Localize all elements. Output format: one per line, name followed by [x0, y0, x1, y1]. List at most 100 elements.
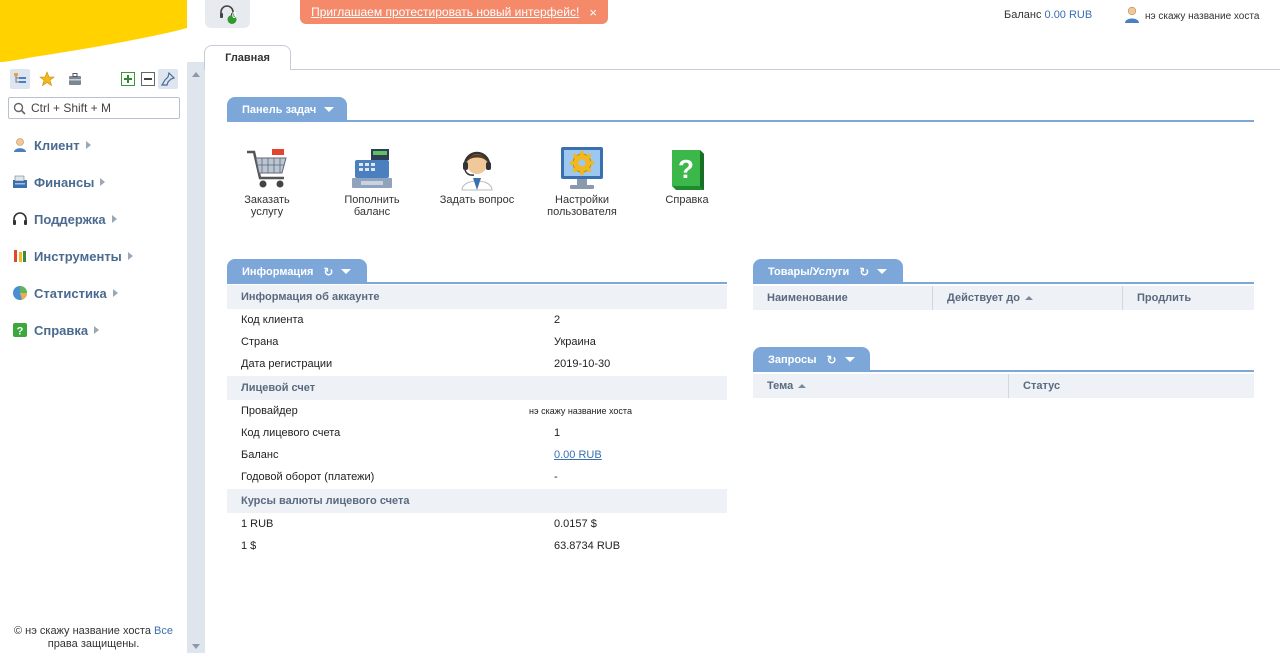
client-icon — [12, 137, 28, 153]
sort-asc-icon — [798, 384, 807, 388]
refresh-icon[interactable]: ↻ — [859, 265, 869, 279]
info-value: нэ скажу название хоста — [529, 406, 632, 416]
group-title: Информация об аккаунте — [241, 291, 380, 303]
user-icon — [1124, 6, 1140, 27]
sidebar-scroller[interactable] — [187, 62, 205, 653]
user-menu[interactable]: нэ скажу название хоста — [1124, 6, 1259, 27]
task-user-settings[interactable]: Настройки пользователя — [537, 144, 627, 218]
section-line — [227, 120, 1254, 122]
copyright-text: © нэ скажу название хоста — [13, 625, 155, 637]
briefcase-icon[interactable] — [65, 69, 85, 89]
star-icon[interactable] — [37, 69, 57, 89]
section-title: Информация — [242, 265, 314, 278]
sidebar-item-label: Инструменты — [34, 248, 122, 264]
group-title: Лицевой счет — [241, 382, 316, 394]
cash-register-icon — [327, 144, 417, 192]
sidebar-item-label: Финансы — [34, 174, 95, 190]
goods-table-header: Наименование Действует до Продлить — [753, 286, 1254, 310]
info-row: Годовой оборот (платежи) - — [227, 467, 727, 489]
task-panel-tab[interactable]: Панель задач — [227, 97, 347, 122]
balance-link[interactable]: 0.00 RUB — [554, 449, 602, 461]
pin-icon[interactable] — [158, 69, 178, 89]
sidebar-item-label: Статистика — [34, 285, 107, 301]
sidebar: Клиент Финансы Поддержка Инструменты Ста… — [0, 0, 187, 653]
info-row: Код лицевого счета 1 — [227, 423, 727, 445]
collapse-all-icon[interactable] — [138, 69, 158, 89]
tab-label: Главная — [225, 52, 270, 64]
sidebar-toolbar — [10, 69, 180, 89]
logo — [0, 0, 187, 62]
help-icon: ? — [12, 322, 28, 338]
balance-indicator: Баланс 0.00 RUB — [1004, 9, 1092, 21]
refresh-icon[interactable]: ↻ — [826, 353, 836, 367]
finance-icon — [12, 174, 28, 190]
info-value: - — [554, 471, 558, 483]
sidebar-item-support[interactable]: Поддержка — [12, 209, 117, 229]
settings-monitor-icon — [537, 144, 627, 192]
copyright-link[interactable]: Все — [154, 625, 173, 637]
chevron-down-icon[interactable] — [341, 269, 352, 274]
chevron-down-icon[interactable] — [324, 107, 335, 112]
info-key: 1 $ — [241, 540, 257, 552]
scroll-up-icon[interactable] — [192, 72, 200, 77]
chevron-right-icon — [112, 289, 118, 297]
sidebar-item-label: Поддержка — [34, 211, 106, 227]
statistics-icon — [12, 285, 28, 301]
task-help[interactable]: ? Справка — [642, 144, 732, 206]
info-key: Код лицевого счета — [241, 427, 341, 439]
column-label: Статус — [1023, 380, 1061, 392]
info-value: Украина — [554, 336, 596, 348]
svg-text:?: ? — [678, 154, 694, 184]
close-icon[interactable]: × — [589, 5, 597, 20]
info-group-rates: Курсы валюты лицевого счета — [227, 489, 727, 513]
group-title: Курсы валюты лицевого счета — [241, 495, 410, 507]
sidebar-item-finance[interactable]: Финансы — [12, 172, 106, 192]
column-label: Наименование — [767, 292, 848, 304]
chevron-down-icon[interactable] — [877, 269, 888, 274]
info-group-account: Информация об аккаунте — [227, 285, 727, 309]
tree-icon[interactable] — [10, 69, 30, 89]
info-value: 63.8734 RUB — [554, 540, 621, 552]
info-row: 1 $ 63.8734 RUB — [227, 536, 727, 558]
requests-tab[interactable]: Запросы ↻ — [753, 347, 870, 372]
tab-home[interactable]: Главная — [204, 45, 291, 70]
search-input[interactable] — [31, 100, 176, 116]
chevron-down-icon[interactable] — [844, 357, 855, 362]
chevron-right-icon — [100, 178, 106, 186]
column-header-subject[interactable]: Тема — [753, 374, 1009, 398]
cart-icon — [222, 144, 312, 192]
info-key: Баланс — [241, 449, 279, 461]
scroll-down-icon[interactable] — [192, 644, 200, 649]
notifications-button[interactable]: 0 — [205, 0, 250, 28]
goods-header: Товары/Услуги ↻ — [753, 259, 1254, 284]
section-title: Товары/Услуги — [768, 265, 850, 278]
column-label: Продлить — [1137, 292, 1192, 304]
sidebar-item-statistics[interactable]: Статистика — [12, 283, 118, 303]
section-title: Панель задач — [242, 103, 317, 116]
task-order-service[interactable]: Заказать услугу — [222, 144, 312, 218]
column-header-renew[interactable]: Продлить — [1123, 286, 1254, 310]
info-key: Годовой оборот (платежи) — [241, 471, 375, 483]
copyright-suffix: права защищены. — [47, 638, 140, 650]
info-key: Провайдер — [241, 405, 298, 417]
info-tab[interactable]: Информация ↻ — [227, 259, 367, 284]
balance-value[interactable]: 0.00 RUB — [1045, 9, 1093, 21]
column-header-name[interactable]: Наименование — [753, 286, 933, 310]
support-icon — [12, 211, 28, 227]
tab-bar-divider — [205, 69, 1280, 70]
expand-all-icon[interactable] — [118, 69, 138, 89]
task-ask-question[interactable]: Задать вопрос — [432, 144, 522, 206]
column-header-status[interactable]: Статус — [1009, 374, 1254, 398]
sidebar-item-help[interactable]: ? Справка — [12, 320, 100, 340]
column-label: Действует до — [947, 292, 1020, 304]
column-header-valid-until[interactable]: Действует до — [933, 286, 1123, 310]
task-top-up-balance[interactable]: Пополнить баланс — [327, 144, 417, 218]
refresh-icon[interactable]: ↻ — [323, 265, 333, 279]
user-name: нэ скажу название хоста — [1145, 11, 1260, 22]
sidebar-item-tools[interactable]: Инструменты — [12, 246, 133, 266]
goods-tab[interactable]: Товары/Услуги ↻ — [753, 259, 903, 284]
info-row: Страна Украина — [227, 332, 727, 354]
sidebar-item-client[interactable]: Клиент — [12, 135, 91, 155]
promo-link[interactable]: Приглашаем протестировать новый интерфей… — [311, 5, 579, 19]
section-title: Запросы — [768, 353, 817, 366]
